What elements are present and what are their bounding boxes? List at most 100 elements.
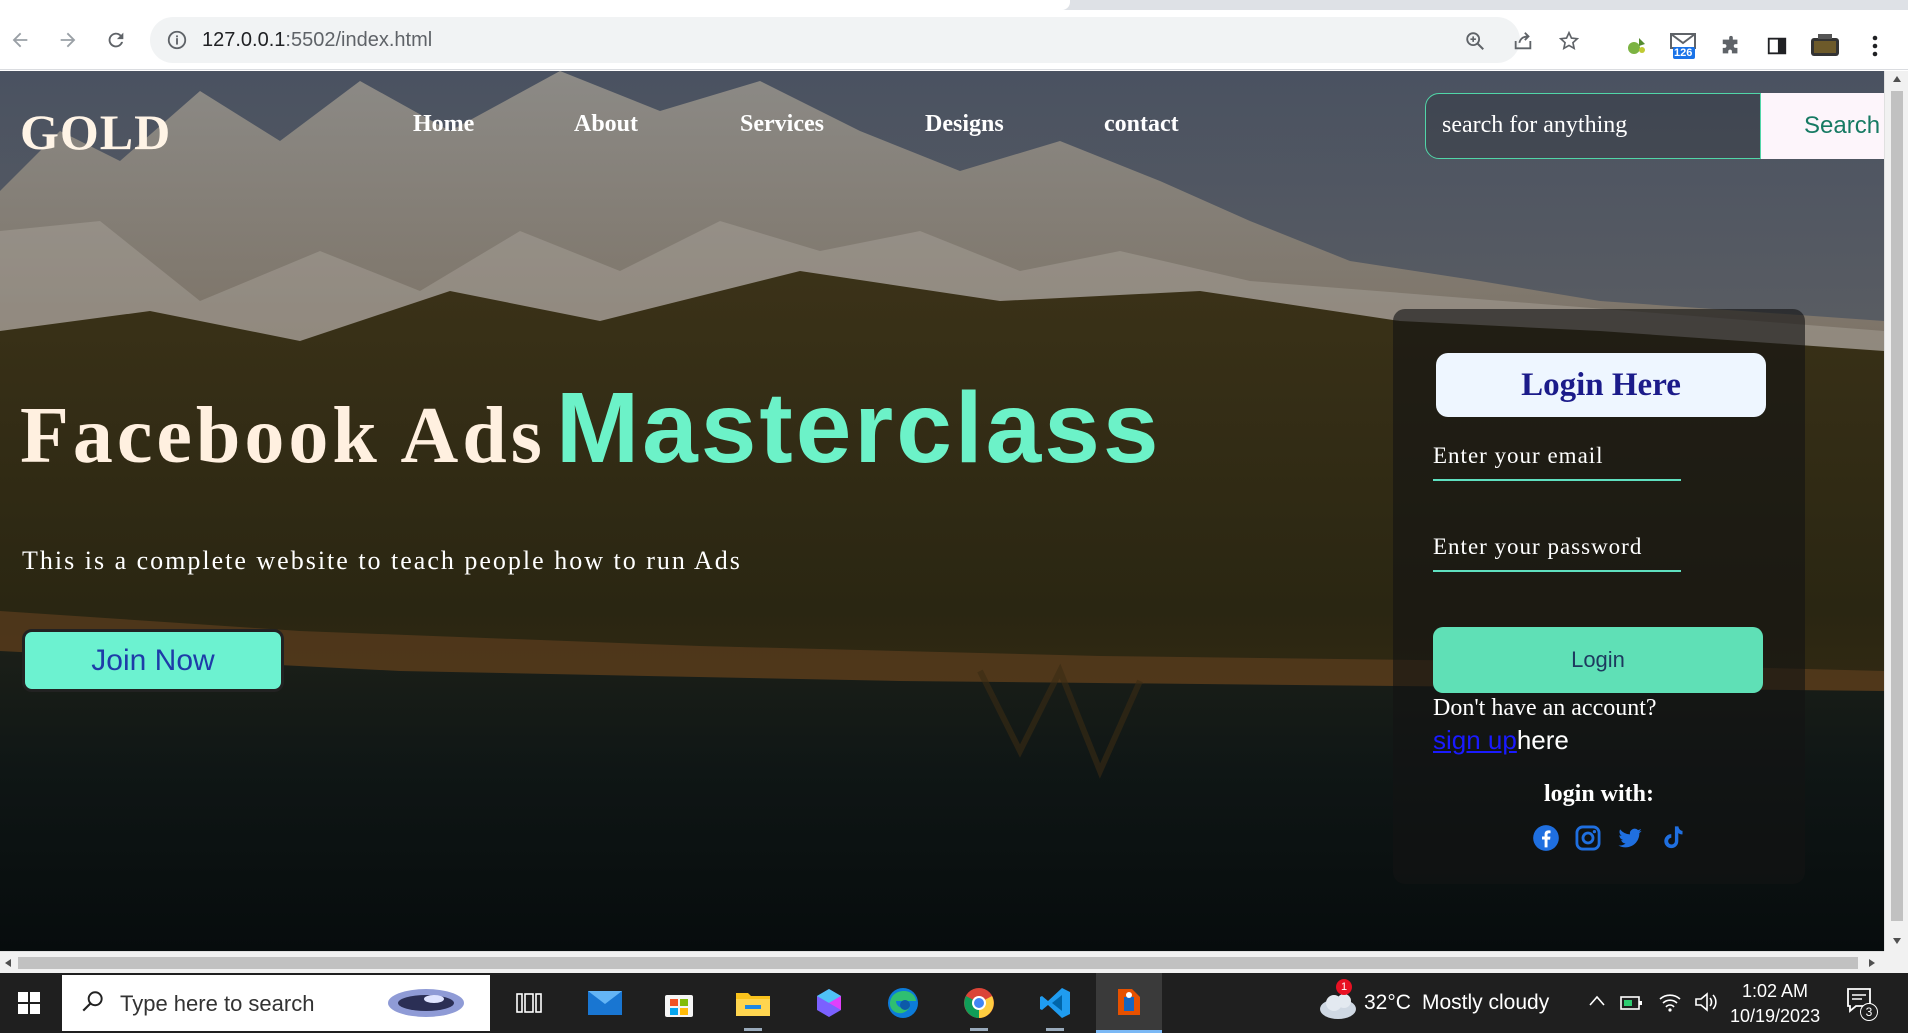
scroll-left-icon[interactable] <box>4 958 12 968</box>
nav-about[interactable]: About <box>574 111 638 138</box>
site-search-button[interactable]: Search <box>1761 93 1884 159</box>
app-icon <box>1118 988 1140 1015</box>
nav-home[interactable]: Home <box>413 111 474 138</box>
arrow-left-icon <box>12 32 28 48</box>
menu-kebab-icon[interactable] <box>1860 31 1890 61</box>
side-panel-icon[interactable] <box>1762 31 1792 61</box>
wifi-icon[interactable] <box>1658 991 1682 1013</box>
tiktok-icon[interactable] <box>1657 823 1687 853</box>
hero-subtitle: This is a complete website to teach peop… <box>22 546 742 575</box>
taskbar-vscode-app[interactable] <box>1022 973 1088 1033</box>
task-view-icon <box>516 993 542 1013</box>
mail-extension-icon[interactable]: 126 <box>1668 31 1698 61</box>
weather-temp: 32°C <box>1364 991 1411 1014</box>
weather-desc: Mostly cloudy <box>1422 991 1550 1014</box>
address-bar[interactable]: 127.0.0.1:5502/index.html <box>150 17 1580 63</box>
vertical-scroll-thumb[interactable] <box>1891 91 1903 921</box>
facebook-icon[interactable] <box>1531 823 1561 853</box>
instagram-icon[interactable] <box>1573 823 1603 853</box>
search-placeholder: search for anything <box>1442 112 1628 138</box>
horizontal-scroll-thumb[interactable] <box>18 957 1858 969</box>
hero-title: Facebook Ads Masterclass <box>20 371 1161 486</box>
site-search-input[interactable]: search for anything <box>1425 93 1761 159</box>
page-viewport: GOLD Home About Services Designs contact… <box>0 71 1884 951</box>
clock-date[interactable]: 10/19/2023 <box>1730 1006 1820 1027</box>
signup-line: sign uphere <box>1433 725 1569 756</box>
taskbar-edge-app[interactable] <box>870 973 936 1033</box>
task-view-button[interactable] <box>496 973 562 1033</box>
profile-avatar-icon[interactable] <box>1810 31 1840 61</box>
email-field[interactable]: Enter your email <box>1433 435 1681 481</box>
taskbar-chrome-app[interactable] <box>946 973 1012 1033</box>
tab-strip <box>0 0 1908 10</box>
vscode-icon <box>1040 988 1070 1018</box>
notification-center-button[interactable]: 3 <box>1840 983 1880 1023</box>
email-placeholder: Enter your email <box>1433 443 1604 468</box>
taskbar-copilot-app[interactable] <box>796 973 862 1033</box>
arrow-right-icon <box>60 32 76 48</box>
scrollbar-corner <box>1884 951 1908 973</box>
url-path: :5502/index.html <box>285 29 433 51</box>
scroll-right-icon[interactable] <box>1868 958 1876 968</box>
nav-contact[interactable]: contact <box>1104 111 1179 138</box>
taskbar-explorer-app[interactable] <box>720 973 786 1033</box>
nav-designs[interactable]: Designs <box>925 111 1004 138</box>
puzzle-extensions-icon[interactable] <box>1716 31 1746 61</box>
windows-logo-icon <box>18 992 40 1014</box>
join-now-button[interactable]: Join Now <box>22 629 284 692</box>
search-icon <box>82 991 103 1012</box>
url-text[interactable]: 127.0.0.1:5502/index.html <box>202 29 432 52</box>
login-heading: Login Here <box>1521 367 1681 403</box>
mail-badge: 126 <box>1674 47 1693 59</box>
weather-badge: 1 <box>1336 979 1352 995</box>
bookmark-star-icon[interactable] <box>1556 28 1582 54</box>
hero-title-part2: Masterclass <box>555 372 1162 484</box>
extension-icon[interactable] <box>1622 31 1652 61</box>
info-icon[interactable] <box>166 29 188 56</box>
search-button-label: Search <box>1804 112 1881 139</box>
scroll-down-icon[interactable] <box>1892 937 1902 945</box>
battery-icon[interactable] <box>1620 992 1644 1012</box>
site-logo[interactable]: GOLD <box>20 103 171 161</box>
folder-icon <box>736 993 770 1016</box>
zoom-icon[interactable] <box>1462 28 1488 54</box>
password-field[interactable]: Enter your password <box>1433 526 1681 572</box>
join-now-label: Join Now <box>91 644 215 677</box>
mail-icon <box>588 991 622 1015</box>
login-button-label: Login <box>1571 647 1625 672</box>
copilot-icon <box>817 989 841 1017</box>
social-login-icons <box>1531 823 1687 853</box>
chrome-icon <box>964 988 994 1018</box>
browser-toolbar: 127.0.0.1:5502/index.html 126 <box>0 10 1908 70</box>
login-with-label: login with: <box>1543 781 1654 807</box>
chevron-up-icon[interactable] <box>1588 993 1606 1007</box>
vertical-scrollbar[interactable] <box>1884 71 1908 951</box>
hero-title-part1: Facebook Ads <box>20 392 546 480</box>
taskbar-search-box[interactable]: Type here to search <box>62 975 490 1031</box>
weather-widget[interactable]: 1 32°C Mostly cloudy <box>1316 973 1556 1033</box>
scroll-up-icon[interactable] <box>1892 75 1902 83</box>
twitter-icon[interactable] <box>1615 823 1645 853</box>
taskbar-active-app[interactable] <box>1096 973 1162 1033</box>
back-button[interactable] <box>4 24 36 56</box>
password-placeholder: Enter your password <box>1433 534 1643 559</box>
share-icon[interactable] <box>1510 28 1536 54</box>
nav-services[interactable]: Services <box>740 111 824 138</box>
taskbar-mail-app[interactable] <box>572 973 638 1033</box>
clock-time[interactable]: 1:02 AM <box>1742 981 1808 1002</box>
start-button[interactable] <box>0 973 58 1033</box>
taskbar: Type here to search 1 32°C Mostly cloudy… <box>0 973 1908 1033</box>
store-icon <box>665 995 693 1017</box>
login-card: Login Here Enter your email Enter your p… <box>1393 309 1805 884</box>
taskbar-store-app[interactable] <box>646 973 712 1033</box>
active-tab[interactable] <box>0 0 1070 10</box>
signup-link[interactable]: sign up <box>1433 725 1517 755</box>
volume-icon[interactable] <box>1694 991 1718 1013</box>
login-button[interactable]: Login <box>1433 627 1763 693</box>
forward-button[interactable] <box>52 24 84 56</box>
horizontal-scrollbar[interactable] <box>0 951 1884 973</box>
notification-count: 3 <box>1860 1003 1878 1021</box>
edge-icon <box>888 988 918 1018</box>
search-highlight-image <box>388 989 464 1017</box>
reload-button[interactable] <box>100 24 132 56</box>
